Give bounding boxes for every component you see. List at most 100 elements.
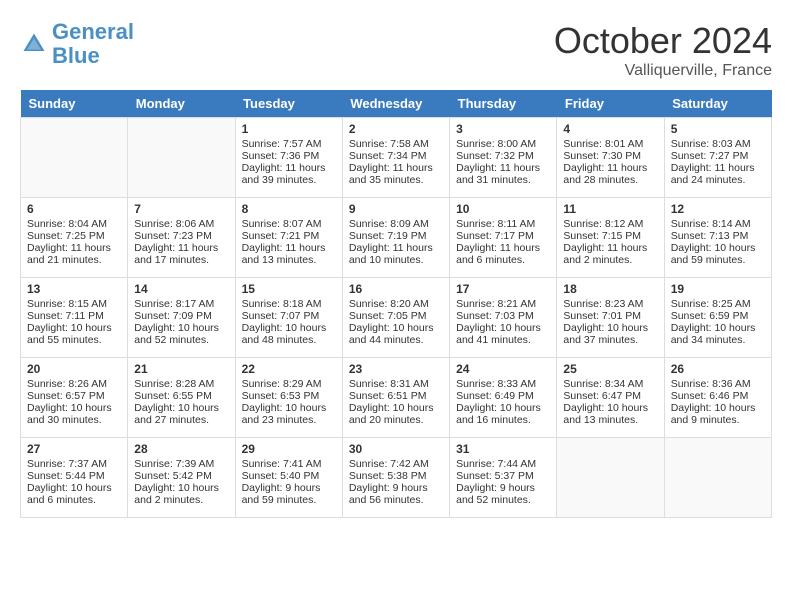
calendar-cell: 19Sunrise: 8:25 AMSunset: 6:59 PMDayligh… (664, 278, 771, 358)
week-row-5: 27Sunrise: 7:37 AMSunset: 5:44 PMDayligh… (21, 438, 772, 518)
sunset-text: Sunset: 5:42 PM (134, 470, 228, 482)
sunrise-text: Sunrise: 8:14 AM (671, 218, 765, 230)
sunset-text: Sunset: 7:34 PM (349, 150, 443, 162)
day-number: 31 (456, 442, 550, 456)
daylight-text: Daylight: 10 hours and 34 minutes. (671, 322, 765, 346)
day-number: 10 (456, 202, 550, 216)
calendar-cell: 23Sunrise: 8:31 AMSunset: 6:51 PMDayligh… (342, 358, 449, 438)
day-number: 5 (671, 122, 765, 136)
daylight-text: Daylight: 10 hours and 44 minutes. (349, 322, 443, 346)
calendar-cell: 21Sunrise: 8:28 AMSunset: 6:55 PMDayligh… (128, 358, 235, 438)
sunrise-text: Sunrise: 8:25 AM (671, 298, 765, 310)
calendar-cell: 16Sunrise: 8:20 AMSunset: 7:05 PMDayligh… (342, 278, 449, 358)
sunrise-text: Sunrise: 8:21 AM (456, 298, 550, 310)
daylight-text: Daylight: 9 hours and 52 minutes. (456, 482, 550, 506)
sunrise-text: Sunrise: 7:41 AM (242, 458, 336, 470)
header-row: SundayMondayTuesdayWednesdayThursdayFrid… (21, 90, 772, 118)
daylight-text: Daylight: 11 hours and 31 minutes. (456, 162, 550, 186)
daylight-text: Daylight: 10 hours and 59 minutes. (671, 242, 765, 266)
sunset-text: Sunset: 7:07 PM (242, 310, 336, 322)
day-number: 2 (349, 122, 443, 136)
sunset-text: Sunset: 5:38 PM (349, 470, 443, 482)
sunrise-text: Sunrise: 8:12 AM (563, 218, 657, 230)
logo-text: GeneralBlue (52, 20, 134, 68)
sunset-text: Sunset: 5:37 PM (456, 470, 550, 482)
sunset-text: Sunset: 6:53 PM (242, 390, 336, 402)
daylight-text: Daylight: 10 hours and 20 minutes. (349, 402, 443, 426)
daylight-text: Daylight: 11 hours and 24 minutes. (671, 162, 765, 186)
day-number: 15 (242, 282, 336, 296)
day-number: 29 (242, 442, 336, 456)
day-number: 23 (349, 362, 443, 376)
daylight-text: Daylight: 11 hours and 10 minutes. (349, 242, 443, 266)
sunrise-text: Sunrise: 8:06 AM (134, 218, 228, 230)
daylight-text: Daylight: 11 hours and 13 minutes. (242, 242, 336, 266)
calendar-cell: 7Sunrise: 8:06 AMSunset: 7:23 PMDaylight… (128, 198, 235, 278)
day-number: 28 (134, 442, 228, 456)
calendar-cell: 6Sunrise: 8:04 AMSunset: 7:25 PMDaylight… (21, 198, 128, 278)
calendar-cell: 18Sunrise: 8:23 AMSunset: 7:01 PMDayligh… (557, 278, 664, 358)
sunset-text: Sunset: 7:36 PM (242, 150, 336, 162)
weekday-header-friday: Friday (557, 90, 664, 118)
sunrise-text: Sunrise: 8:23 AM (563, 298, 657, 310)
sunset-text: Sunset: 7:27 PM (671, 150, 765, 162)
calendar-cell: 17Sunrise: 8:21 AMSunset: 7:03 PMDayligh… (450, 278, 557, 358)
sunrise-text: Sunrise: 8:15 AM (27, 298, 121, 310)
sunrise-text: Sunrise: 8:17 AM (134, 298, 228, 310)
day-number: 17 (456, 282, 550, 296)
calendar-cell: 11Sunrise: 8:12 AMSunset: 7:15 PMDayligh… (557, 198, 664, 278)
day-number: 8 (242, 202, 336, 216)
sunrise-text: Sunrise: 8:18 AM (242, 298, 336, 310)
calendar-cell: 10Sunrise: 8:11 AMSunset: 7:17 PMDayligh… (450, 198, 557, 278)
day-number: 16 (349, 282, 443, 296)
sunrise-text: Sunrise: 8:00 AM (456, 138, 550, 150)
sunset-text: Sunset: 6:49 PM (456, 390, 550, 402)
calendar-cell (21, 118, 128, 198)
calendar-cell: 27Sunrise: 7:37 AMSunset: 5:44 PMDayligh… (21, 438, 128, 518)
sunset-text: Sunset: 7:13 PM (671, 230, 765, 242)
daylight-text: Daylight: 10 hours and 48 minutes. (242, 322, 336, 346)
calendar-cell: 12Sunrise: 8:14 AMSunset: 7:13 PMDayligh… (664, 198, 771, 278)
calendar-cell: 30Sunrise: 7:42 AMSunset: 5:38 PMDayligh… (342, 438, 449, 518)
sunrise-text: Sunrise: 7:39 AM (134, 458, 228, 470)
header: GeneralBlue October 2024 Valliquerville,… (20, 20, 772, 80)
day-number: 1 (242, 122, 336, 136)
sunset-text: Sunset: 7:01 PM (563, 310, 657, 322)
calendar-cell: 24Sunrise: 8:33 AMSunset: 6:49 PMDayligh… (450, 358, 557, 438)
week-row-1: 1Sunrise: 7:57 AMSunset: 7:36 PMDaylight… (21, 118, 772, 198)
calendar-cell: 22Sunrise: 8:29 AMSunset: 6:53 PMDayligh… (235, 358, 342, 438)
day-number: 24 (456, 362, 550, 376)
sunset-text: Sunset: 7:25 PM (27, 230, 121, 242)
sunrise-text: Sunrise: 8:33 AM (456, 378, 550, 390)
sunrise-text: Sunrise: 8:20 AM (349, 298, 443, 310)
sunrise-text: Sunrise: 7:58 AM (349, 138, 443, 150)
sunrise-text: Sunrise: 7:57 AM (242, 138, 336, 150)
sunrise-text: Sunrise: 8:36 AM (671, 378, 765, 390)
sunrise-text: Sunrise: 8:09 AM (349, 218, 443, 230)
weekday-header-monday: Monday (128, 90, 235, 118)
calendar-cell: 2Sunrise: 7:58 AMSunset: 7:34 PMDaylight… (342, 118, 449, 198)
daylight-text: Daylight: 11 hours and 6 minutes. (456, 242, 550, 266)
week-row-4: 20Sunrise: 8:26 AMSunset: 6:57 PMDayligh… (21, 358, 772, 438)
sunset-text: Sunset: 7:19 PM (349, 230, 443, 242)
daylight-text: Daylight: 11 hours and 39 minutes. (242, 162, 336, 186)
calendar-cell (557, 438, 664, 518)
day-number: 22 (242, 362, 336, 376)
sunset-text: Sunset: 7:09 PM (134, 310, 228, 322)
weekday-header-tuesday: Tuesday (235, 90, 342, 118)
sunset-text: Sunset: 6:59 PM (671, 310, 765, 322)
calendar-cell: 14Sunrise: 8:17 AMSunset: 7:09 PMDayligh… (128, 278, 235, 358)
day-number: 25 (563, 362, 657, 376)
daylight-text: Daylight: 10 hours and 27 minutes. (134, 402, 228, 426)
sunrise-text: Sunrise: 8:28 AM (134, 378, 228, 390)
weekday-header-saturday: Saturday (664, 90, 771, 118)
weekday-header-thursday: Thursday (450, 90, 557, 118)
sunset-text: Sunset: 6:46 PM (671, 390, 765, 402)
daylight-text: Daylight: 10 hours and 52 minutes. (134, 322, 228, 346)
day-number: 6 (27, 202, 121, 216)
sunrise-text: Sunrise: 8:04 AM (27, 218, 121, 230)
daylight-text: Daylight: 10 hours and 2 minutes. (134, 482, 228, 506)
daylight-text: Daylight: 10 hours and 30 minutes. (27, 402, 121, 426)
sunset-text: Sunset: 5:40 PM (242, 470, 336, 482)
daylight-text: Daylight: 9 hours and 59 minutes. (242, 482, 336, 506)
